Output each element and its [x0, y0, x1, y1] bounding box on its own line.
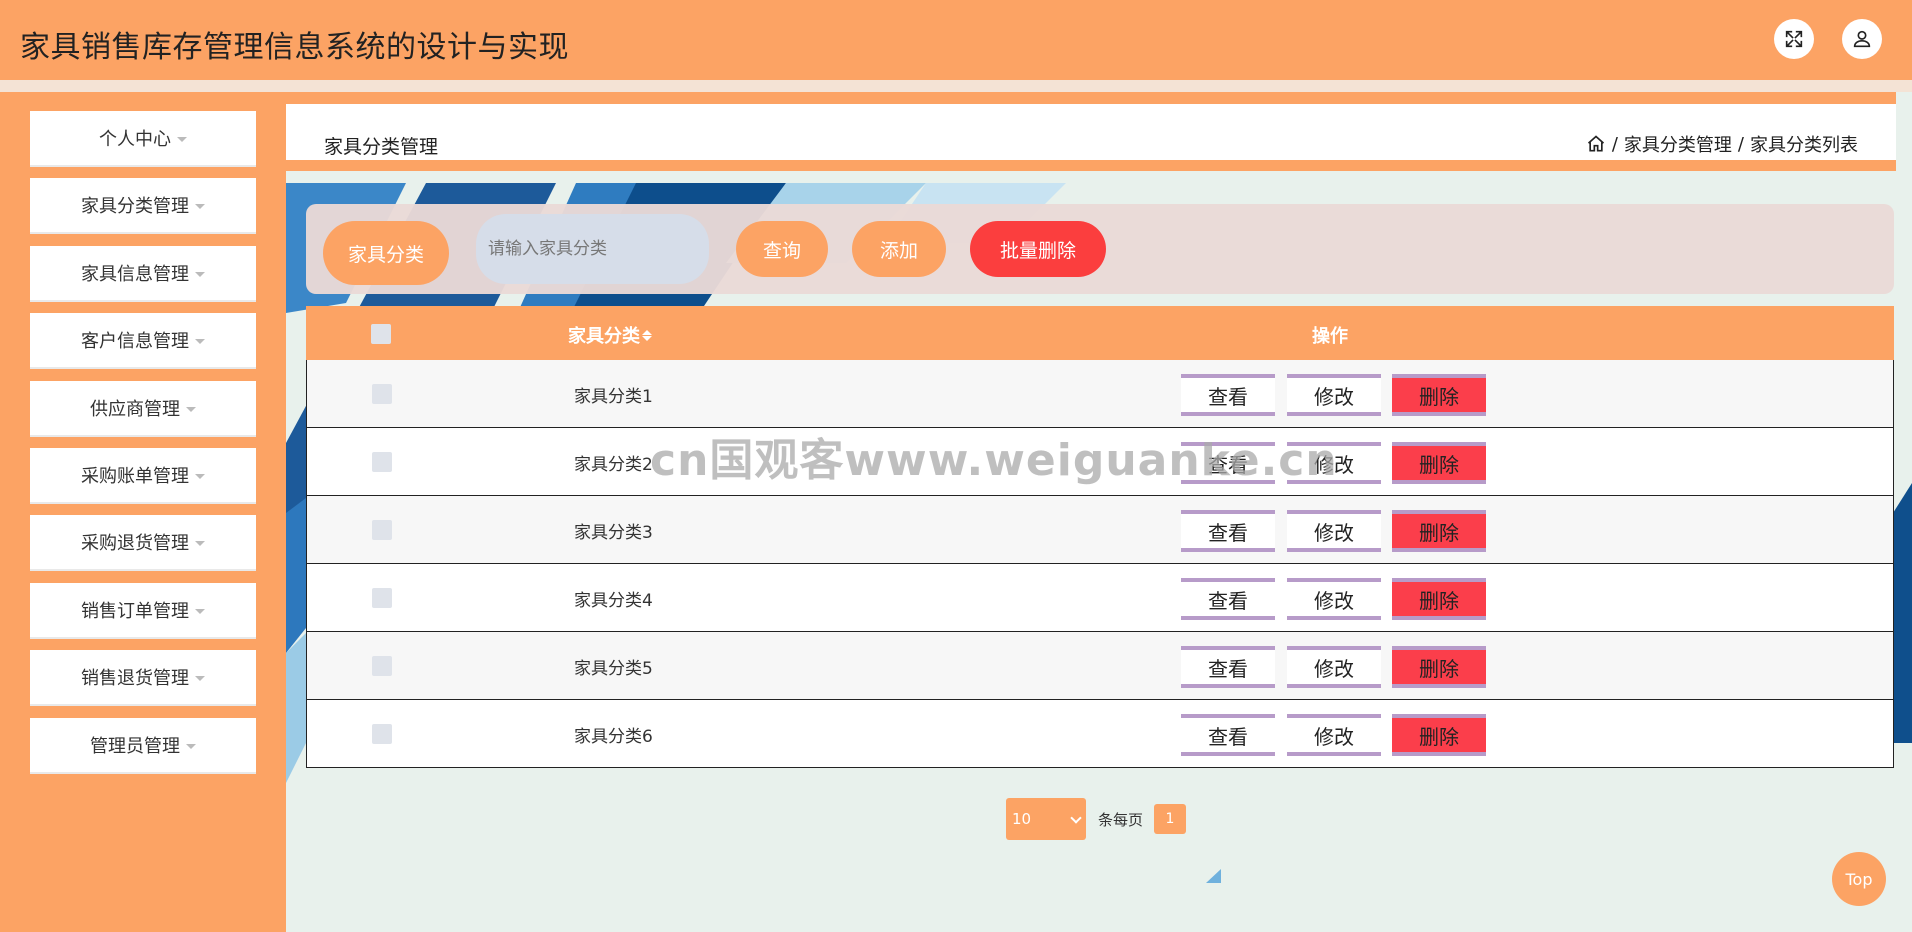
row-checkbox[interactable] [372, 724, 392, 744]
category-table: 家具分类 操作 家具分类1 查看 修改 删除 家具分类2 查看 修改 删除 家具… [306, 306, 1894, 768]
search-field-label: 家具分类 [323, 221, 449, 285]
page-number-current[interactable]: 1 [1154, 804, 1186, 834]
breadcrumb-divider [286, 160, 1896, 171]
table-row: 家具分类3 查看 修改 删除 [306, 496, 1894, 564]
breadcrumb-separator: / [1737, 133, 1744, 155]
edit-button[interactable]: 修改 [1287, 714, 1381, 756]
sidebar-item-label: 客户信息管理 [81, 331, 189, 352]
view-button[interactable]: 查看 [1181, 374, 1275, 416]
column-header-label: 家具分类 [568, 326, 640, 347]
delete-button[interactable]: 删除 [1392, 578, 1486, 620]
sidebar-item-furniture-info[interactable]: 家具信息管理 [30, 246, 256, 302]
breadcrumb: / 家具分类管理 / 家具分类列表 [1586, 131, 1858, 157]
sidebar-item-sales-order[interactable]: 销售订单管理 [30, 583, 256, 639]
caret-down-icon [195, 271, 205, 277]
column-header-category[interactable]: 家具分类 [568, 322, 652, 348]
user-button[interactable] [1842, 19, 1882, 59]
table-row: 家具分类4 查看 修改 删除 [306, 564, 1894, 632]
search-input[interactable] [476, 214, 709, 284]
row-checkbox[interactable] [372, 588, 392, 608]
chevron-down-icon [1070, 812, 1082, 824]
view-button[interactable]: 查看 [1181, 714, 1275, 756]
add-button[interactable]: 添加 [852, 221, 946, 277]
fullscreen-button[interactable] [1774, 19, 1814, 59]
app-title: 家具销售库存管理信息系统的设计与实现 [20, 30, 569, 65]
category-name: 家具分类6 [574, 727, 653, 747]
table-row: 家具分类1 查看 修改 删除 [306, 360, 1894, 428]
row-checkbox[interactable] [372, 656, 392, 676]
user-icon [1853, 30, 1871, 48]
page-title: 家具分类管理 [324, 136, 439, 158]
breadcrumb-level2: 家具分类列表 [1750, 135, 1858, 156]
table-row: 家具分类6 查看 修改 删除 [306, 700, 1894, 768]
sidebar-item-label: 采购退货管理 [81, 533, 189, 554]
view-button[interactable]: 查看 [1181, 510, 1275, 552]
sidebar-item-label: 个人中心 [99, 129, 171, 150]
category-name: 家具分类5 [574, 659, 653, 679]
page-size-value: 10 [1012, 810, 1032, 828]
sidebar-item-label: 采购账单管理 [81, 466, 189, 487]
caret-down-icon [195, 473, 205, 479]
category-name: 家具分类1 [574, 387, 653, 407]
sidebar-item-label: 销售退货管理 [81, 668, 189, 689]
sidebar-item-personal-center[interactable]: 个人中心 [30, 111, 256, 167]
column-header-actions: 操作 [1312, 326, 1348, 347]
delete-button[interactable]: 删除 [1392, 714, 1486, 756]
breadcrumb-bar: 家具分类管理 / 家具分类管理 / 家具分类列表 [286, 104, 1896, 160]
caret-down-icon [186, 743, 196, 749]
edit-button[interactable]: 修改 [1287, 646, 1381, 688]
select-all-checkbox[interactable] [371, 324, 391, 344]
delete-button[interactable]: 删除 [1392, 442, 1486, 484]
category-name: 家具分类4 [574, 591, 653, 611]
caret-down-icon [195, 608, 205, 614]
back-to-top-button[interactable]: Top [1832, 852, 1886, 906]
watermark: cn国观客www.weiguanke.cn [650, 435, 1338, 486]
sidebar-item-customer[interactable]: 客户信息管理 [30, 313, 256, 369]
sidebar-item-label: 家具信息管理 [81, 264, 189, 285]
sidebar-item-purchase-return[interactable]: 采购退货管理 [30, 515, 256, 571]
table-header: 家具分类 操作 [306, 306, 1894, 360]
header-divider [0, 80, 1912, 92]
expand-icon [1785, 30, 1803, 48]
sidebar-item-label: 供应商管理 [90, 399, 180, 420]
content-top-strip [286, 92, 1896, 104]
sidebar-item-category[interactable]: 家具分类管理 [30, 178, 256, 234]
sidebar-item-sales-return[interactable]: 销售退货管理 [30, 650, 256, 706]
app-header: 家具销售库存管理信息系统的设计与实现 [0, 0, 1912, 80]
view-button[interactable]: 查看 [1181, 646, 1275, 688]
sidebar-item-supplier[interactable]: 供应商管理 [30, 381, 256, 437]
breadcrumb-separator: / [1611, 133, 1618, 155]
home-icon[interactable] [1586, 134, 1606, 154]
page-size-select[interactable]: 10 [1006, 798, 1086, 840]
caret-down-icon [195, 338, 205, 344]
caret-down-icon [195, 675, 205, 681]
sidebar-item-admin[interactable]: 管理员管理 [30, 718, 256, 774]
caret-down-icon [195, 203, 205, 209]
view-button[interactable]: 查看 [1181, 578, 1275, 620]
batch-delete-button[interactable]: 批量删除 [970, 221, 1106, 277]
sidebar-item-label: 管理员管理 [90, 736, 180, 757]
table-row: 家具分类5 查看 修改 删除 [306, 632, 1894, 700]
per-page-label: 条每页 [1098, 811, 1144, 829]
row-checkbox[interactable] [372, 520, 392, 540]
edit-button[interactable]: 修改 [1287, 374, 1381, 416]
caret-down-icon [186, 406, 196, 412]
edit-button[interactable]: 修改 [1287, 578, 1381, 620]
caret-down-icon [177, 136, 187, 142]
sort-icon[interactable] [642, 329, 652, 341]
delete-button[interactable]: 删除 [1392, 510, 1486, 552]
caret-down-icon [195, 540, 205, 546]
query-button[interactable]: 查询 [736, 221, 828, 277]
sidebar-item-purchase-bill[interactable]: 采购账单管理 [30, 448, 256, 504]
breadcrumb-level1[interactable]: 家具分类管理 [1624, 131, 1732, 157]
sidebar-item-label: 销售订单管理 [81, 601, 189, 622]
edit-button[interactable]: 修改 [1287, 510, 1381, 552]
row-checkbox[interactable] [372, 452, 392, 472]
category-name: 家具分类2 [574, 455, 653, 475]
row-checkbox[interactable] [372, 384, 392, 404]
category-name: 家具分类3 [574, 523, 653, 543]
delete-button[interactable]: 删除 [1392, 374, 1486, 416]
delete-button[interactable]: 删除 [1392, 646, 1486, 688]
sidebar-item-label: 家具分类管理 [81, 196, 189, 217]
